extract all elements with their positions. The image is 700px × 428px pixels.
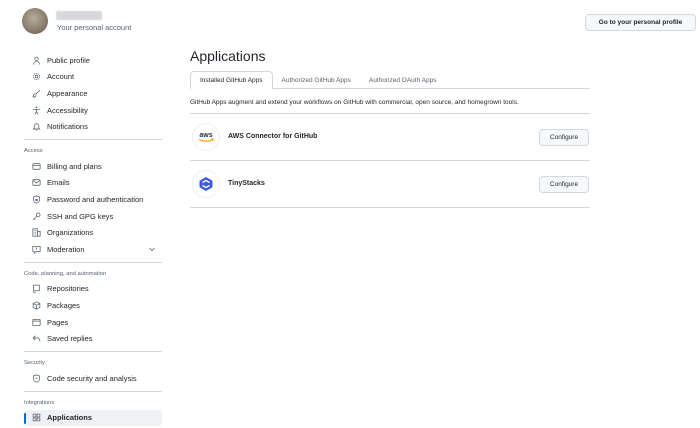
chevron-down-icon[interactable] [148,245,156,253]
sidebar-item-emails[interactable]: Emails [24,175,162,192]
sidebar-item-label: Moderation [47,244,85,254]
page-title: Applications [190,48,266,64]
sidebar-item-code-security[interactable]: Code security and analysis [24,370,162,387]
sidebar-section-access: Access [24,147,43,154]
tab-authorized-github-apps[interactable]: Authorized GitHub Apps [273,71,360,89]
bell-icon [32,122,41,131]
apps-description: GitHub Apps augment and extend your work… [190,99,519,106]
sidebar-item-saved-replies[interactable]: Saved replies [24,330,162,347]
apps-icon [32,413,41,422]
sidebar-item-label: Applications [47,413,93,423]
go-to-profile-button[interactable]: Go to your personal profile [585,14,696,31]
sidebar-item-applications[interactable]: Applications [24,409,162,427]
repo-icon [32,284,41,294]
app-name[interactable]: TinyStacks [228,180,265,187]
main-content: Applications Installed GitHub Apps Autho… [190,48,590,208]
paintbrush-icon [32,89,41,98]
sidebar-item-label: Repositories [47,284,89,294]
sidebar-item-moderation[interactable]: Moderation [24,241,162,258]
tinystacks-logo-icon [193,171,219,197]
settings-sidebar: Public profile Account Appearance Access… [24,52,162,427]
configure-button[interactable]: Configure [539,176,589,193]
sidebar-divider [24,390,162,392]
sidebar-section-integrations: Integrations [24,399,55,406]
sidebar-item-label: Pages [47,317,69,327]
avatar[interactable] [22,8,48,34]
sidebar-item-password[interactable]: Password and authentication [24,191,162,208]
report-icon [32,245,41,254]
sidebar-item-label: Notifications [47,122,88,132]
app-row-aws: aws AWS Connector for GitHub Configure [190,114,590,161]
sidebar-divider [24,261,162,263]
user-name-redacted [56,11,102,20]
sidebar-item-label: Organizations [47,228,94,238]
mail-icon [32,178,41,187]
sidebar-item-organizations[interactable]: Organizations [24,224,162,241]
account-subtitle: Your personal account [57,23,132,32]
app-row-tinystacks: TinyStacks Configure [190,161,590,208]
sidebar-item-label: Accessibility [47,105,88,115]
sidebar-item-pages[interactable]: Pages [24,314,162,331]
configure-button[interactable]: Configure [539,129,589,146]
reply-icon [32,334,41,343]
sidebar-item-label: Public profile [47,55,90,65]
sidebar-item-packages[interactable]: Packages [24,297,162,314]
organization-icon [32,228,41,237]
shield-lock-icon [32,195,41,204]
sidebar-item-account[interactable]: Account [24,69,162,86]
sidebar-item-label: SSH and GPG keys [47,211,114,221]
sidebar-item-label: Billing and plans [47,161,102,171]
sidebar-item-label: Saved replies [47,334,93,344]
aws-logo-text: aws [199,132,212,139]
package-icon [32,301,41,310]
sidebar-item-accessibility[interactable]: Accessibility [24,102,162,119]
sidebar-item-appearance[interactable]: Appearance [24,85,162,102]
settings-header: Your personal account Go to your persona… [0,0,700,42]
sidebar-item-repositories[interactable]: Repositories [24,281,162,298]
sidebar-section-code: Code, planning, and automation [24,270,107,277]
codescan-icon [32,374,41,383]
sidebar-item-label: Code security and analysis [47,373,137,383]
sidebar-item-billing[interactable]: Billing and plans [24,158,162,175]
sidebar-item-label: Password and authentication [47,194,144,204]
tab-installed-github-apps[interactable]: Installed GitHub Apps [190,71,273,90]
sidebar-item-label: Emails [47,178,70,188]
sidebar-section-security: Security [24,359,45,366]
tab-bar: Installed GitHub Apps Authorized GitHub … [190,71,590,90]
browser-icon [32,318,41,327]
key-icon [32,212,41,221]
accessibility-icon [32,106,41,115]
sidebar-item-ssh-gpg[interactable]: SSH and GPG keys [24,208,162,225]
gear-icon [32,72,41,81]
sidebar-divider [24,138,162,140]
sidebar-item-notifications[interactable]: Notifications [24,118,162,135]
person-icon [32,56,41,65]
tab-authorized-oauth-apps[interactable]: Authorized OAuth Apps [360,71,446,89]
sidebar-divider [24,350,162,352]
app-name[interactable]: AWS Connector for GitHub [228,133,317,140]
credit-card-icon [32,162,41,171]
sidebar-item-label: Packages [47,300,80,310]
sidebar-item-label: Appearance [47,88,88,98]
aws-logo-icon: aws [193,124,219,150]
sidebar-item-public-profile[interactable]: Public profile [24,52,162,69]
sidebar-item-label: Account [47,72,75,82]
